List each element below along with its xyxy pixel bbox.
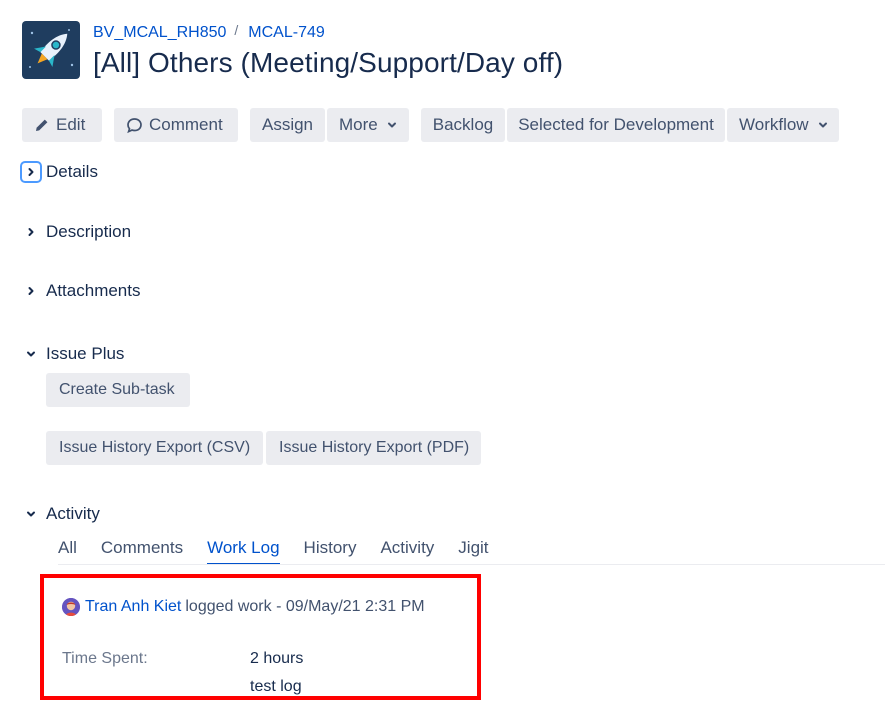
description-section-header[interactable]: Description: [22, 222, 131, 242]
tabs-divider: [58, 564, 885, 565]
backlog-button-label: Backlog: [432, 115, 494, 134]
worklog-user-link[interactable]: Tran Anh Kiet: [85, 598, 181, 616]
comment-icon: [126, 117, 143, 134]
comment-button[interactable]: Comment: [114, 108, 238, 142]
worklog-entry: Tran Anh Kiet logged work - 09/May/21 2:…: [40, 574, 481, 700]
chevron-down-icon: [817, 119, 829, 131]
breadcrumb-issue-key-link[interactable]: MCAL-749: [248, 24, 324, 42]
export-csv-button-label: Issue History Export (CSV): [59, 439, 251, 456]
details-section-title: Details: [46, 162, 98, 181]
chevron-right-icon[interactable]: [22, 163, 40, 181]
breadcrumb-separator: /: [234, 22, 239, 38]
tab-all[interactable]: All: [58, 538, 77, 565]
pencil-icon: [34, 117, 50, 133]
user-avatar[interactable]: [62, 598, 80, 616]
activity-section-header[interactable]: Activity: [22, 504, 100, 524]
activity-tabs: All Comments Work Log History Activity J…: [58, 538, 513, 565]
more-button-label: More: [339, 115, 378, 134]
activity-section-title: Activity: [46, 504, 100, 523]
issue-toolbar: Edit Comment Assign More Backlog Selecte…: [22, 108, 839, 142]
project-avatar[interactable]: [22, 21, 80, 79]
worklog-comment: test log: [250, 678, 302, 695]
tab-jigit[interactable]: Jigit: [458, 538, 488, 565]
create-subtask-button-label: Create Sub-task: [59, 381, 175, 398]
workflow-dropdown-button[interactable]: Workflow: [727, 108, 839, 142]
create-subtask-button[interactable]: Create Sub-task: [46, 373, 190, 407]
breadcrumb-project-link[interactable]: BV_MCAL_RH850: [93, 24, 226, 42]
attachments-section-title: Attachments: [46, 281, 141, 300]
worklog-header: Tran Anh Kiet logged work - 09/May/21 2:…: [62, 598, 425, 616]
comment-button-label: Comment: [149, 115, 223, 134]
assign-button[interactable]: Assign: [250, 108, 325, 142]
issue-title: [All] Others (Meeting/Support/Day off): [93, 47, 564, 78]
time-spent-value: 2 hours: [250, 650, 304, 667]
tab-work-log[interactable]: Work Log: [207, 538, 280, 565]
assign-button-label: Assign: [261, 115, 314, 134]
issue-plus-section-title: Issue Plus: [46, 344, 125, 363]
more-dropdown-button[interactable]: More: [327, 108, 409, 142]
description-section-title: Description: [46, 222, 132, 241]
export-pdf-button[interactable]: Issue History Export (PDF): [266, 431, 481, 465]
issue-plus-section-header[interactable]: Issue Plus: [22, 344, 124, 364]
breadcrumb: BV_MCAL_RH850 / MCAL-749: [93, 22, 325, 42]
chevron-down-icon: [386, 119, 398, 131]
workflow-button-label: Workflow: [739, 115, 809, 134]
details-section-header[interactable]: Details: [22, 162, 98, 182]
time-spent-label: Time Spent:: [62, 650, 148, 667]
chevron-right-icon[interactable]: [22, 282, 40, 300]
chevron-down-icon[interactable]: [22, 505, 40, 523]
edit-button[interactable]: Edit: [22, 108, 102, 142]
selected-for-development-button-label: Selected for Development: [518, 115, 714, 134]
chevron-right-icon[interactable]: [22, 223, 40, 241]
tab-comments[interactable]: Comments: [101, 538, 183, 565]
attachments-section-header[interactable]: Attachments: [22, 281, 141, 301]
chevron-down-icon[interactable]: [22, 345, 40, 363]
export-pdf-button-label: Issue History Export (PDF): [279, 439, 470, 456]
tab-activity[interactable]: Activity: [380, 538, 434, 565]
worklog-action-text: logged work - 09/May/21 2:31 PM: [185, 598, 425, 615]
rocket-icon: [29, 29, 74, 68]
edit-button-label: Edit: [56, 115, 86, 134]
export-csv-button[interactable]: Issue History Export (CSV): [46, 431, 263, 465]
tab-history[interactable]: History: [304, 538, 357, 565]
backlog-transition-button[interactable]: Backlog: [421, 108, 505, 142]
selected-for-development-transition-button[interactable]: Selected for Development: [507, 108, 725, 142]
